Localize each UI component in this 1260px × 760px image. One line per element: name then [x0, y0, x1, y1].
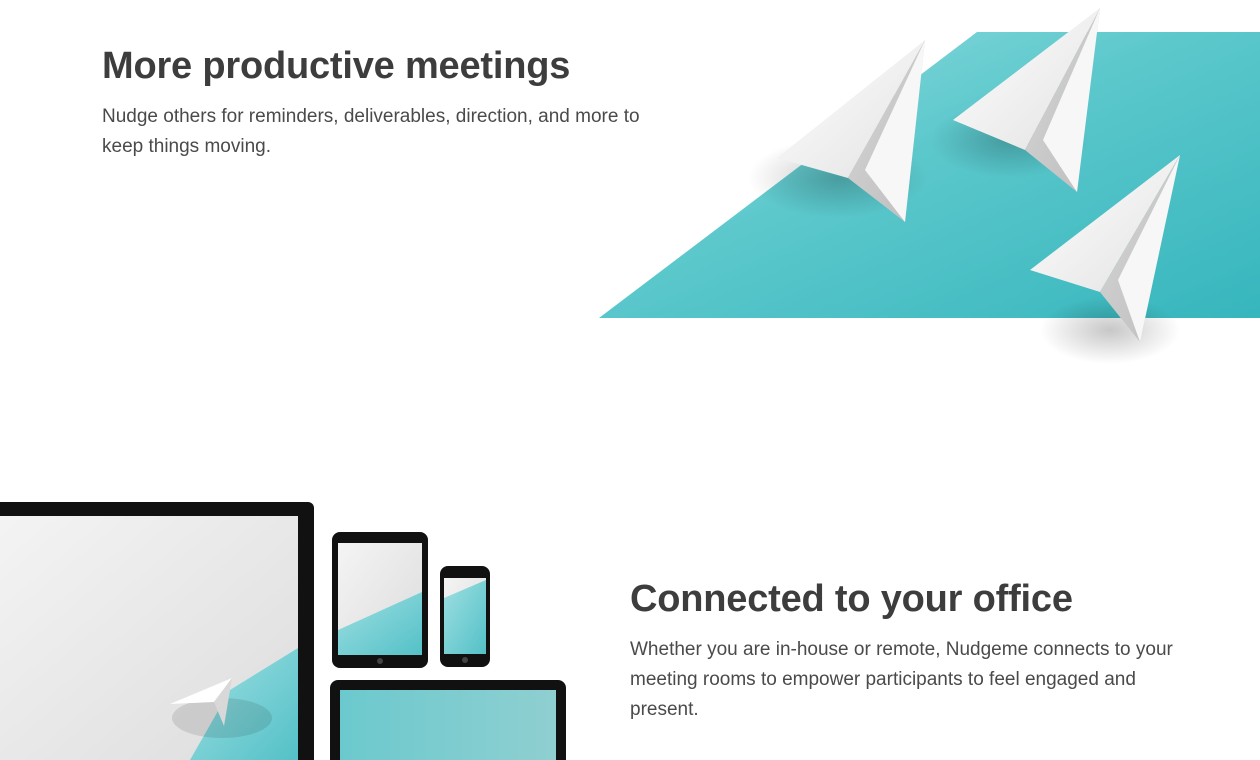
- laptop-icon: [330, 680, 566, 760]
- meetings-description: Nudge others for reminders, deliverables…: [102, 106, 640, 157]
- meetings-text-block: More productive meetings Nudge others fo…: [102, 42, 642, 162]
- meetings-title: More productive meetings: [102, 45, 571, 87]
- page: More productive meetings Nudge others fo…: [0, 0, 1260, 760]
- tablet-icon: [332, 532, 428, 668]
- office-section: Connected to your office Whether you are…: [0, 380, 1260, 760]
- plane-shadow: [1040, 296, 1180, 364]
- paper-planes-illustration: [599, 8, 1260, 364]
- phone-icon: [440, 566, 490, 667]
- office-text-block: Connected to your office Whether you are…: [630, 575, 1190, 725]
- meetings-section: More productive meetings Nudge others fo…: [0, 0, 1260, 380]
- office-description: Whether you are in-house or remote, Nudg…: [630, 639, 1173, 720]
- monitor-icon: [0, 502, 314, 760]
- devices-illustration: [0, 502, 566, 760]
- office-title: Connected to your office: [630, 578, 1073, 620]
